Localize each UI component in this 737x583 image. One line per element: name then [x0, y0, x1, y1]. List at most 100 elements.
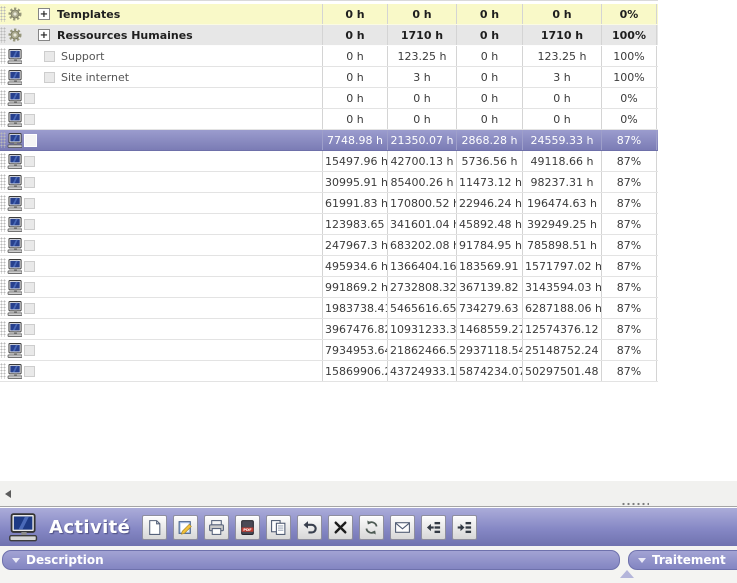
drag-handle[interactable] [0, 321, 6, 337]
table-row[interactable]: 0 h 0 h 0 h 0 h 0% [0, 88, 658, 109]
value-cell: 1571797.02 h [523, 256, 602, 276]
drag-handle[interactable] [0, 48, 6, 64]
row-checkbox[interactable] [24, 240, 35, 251]
value-cell: 61991.83 h [323, 193, 388, 213]
table-row[interactable]: Site internet 0 h 3 h 0 h 3 h 100% [0, 67, 658, 88]
row-checkbox[interactable] [24, 114, 35, 125]
row-checkbox[interactable] [24, 261, 35, 272]
value-cell: 3 h [388, 67, 457, 87]
expand-toggle[interactable]: + [38, 8, 50, 20]
triangle-down-icon [12, 558, 20, 563]
computer-icon [7, 322, 22, 337]
drag-handle[interactable] [0, 174, 6, 190]
table-row[interactable]: 991869.2 h 2732808.32 h 367139.82 h 3143… [0, 277, 658, 298]
table-row[interactable]: 1983738.41 h 5465616.65 h 734279.63 h 62… [0, 298, 658, 319]
table-row[interactable]: Support 0 h 123.25 h 0 h 123.25 h 100% [0, 46, 658, 67]
new-document-button[interactable] [142, 515, 167, 540]
panel-collapse-arrow-icon[interactable] [620, 570, 634, 578]
row-checkbox[interactable] [24, 366, 35, 377]
drag-handle[interactable] [0, 132, 6, 148]
table-row[interactable]: 0 h 0 h 0 h 0 h 0% [0, 109, 658, 130]
move-left-button[interactable] [421, 515, 446, 540]
table-row[interactable]: 7934953.64 h 21862466.59 h 2937118.54 h … [0, 340, 658, 361]
copy-button[interactable] [266, 515, 291, 540]
table-row[interactable]: 3967476.82 h 10931233.3 h 1468559.27 h 1… [0, 319, 658, 340]
value-cell: 734279.63 h [457, 298, 523, 318]
row-checkbox[interactable] [24, 324, 35, 335]
value-cell: 2868.28 h [457, 130, 523, 150]
value-cell: 0 h [323, 67, 388, 87]
print-icon [208, 519, 225, 536]
row-checkbox[interactable] [44, 51, 55, 62]
value-cell: 15869906.27 h [323, 361, 388, 381]
drag-handle[interactable] [0, 237, 6, 253]
traitement-section-header[interactable]: Traitement [628, 550, 737, 570]
row-checkbox[interactable] [24, 303, 35, 314]
table-row[interactable]: 123983.65 h 341601.04 h 45892.48 h 39294… [0, 214, 658, 235]
refresh-icon [363, 519, 380, 536]
drag-handle[interactable] [0, 111, 6, 127]
print-button[interactable] [204, 515, 229, 540]
drag-handle[interactable] [0, 342, 6, 358]
row-checkbox[interactable] [24, 219, 35, 230]
drag-handle[interactable] [0, 216, 6, 232]
table-row[interactable]: 61991.83 h 170800.52 h 22946.24 h 196474… [0, 193, 658, 214]
value-cell: 1983738.41 h [323, 298, 388, 318]
drag-handle[interactable] [0, 153, 6, 169]
row-icon-cell [0, 25, 22, 45]
move-right-button[interactable] [452, 515, 477, 540]
description-section-header[interactable]: Description [2, 550, 620, 570]
row-icon-cell [0, 130, 22, 150]
value-cell: 7748.98 h [323, 130, 388, 150]
row-icon-cell [0, 256, 22, 276]
drag-handle[interactable] [0, 6, 6, 22]
table-row[interactable]: 30995.91 h 85400.26 h 11473.12 h 98237.3… [0, 172, 658, 193]
drag-handle[interactable] [0, 363, 6, 379]
delete-button[interactable] [328, 515, 353, 540]
expand-toggle[interactable]: + [38, 29, 50, 41]
row-checkbox[interactable] [24, 134, 37, 147]
row-checkbox[interactable] [24, 93, 35, 104]
table-row[interactable]: 15869906.27 h 43724933.18 h 5874234.07 h… [0, 361, 658, 382]
toolbar-title: Activité [49, 517, 130, 538]
splitter-grip-icon[interactable] [621, 502, 649, 507]
scroll-left-arrow-icon[interactable] [5, 490, 11, 498]
export-pdf-button[interactable]: PDF [235, 515, 260, 540]
drag-handle[interactable] [0, 258, 6, 274]
row-checkbox[interactable] [44, 72, 55, 83]
percent-cell: 0% [602, 4, 657, 24]
value-cell: 170800.52 h [388, 193, 457, 213]
undo-button[interactable] [297, 515, 322, 540]
row-label: Site internet [61, 71, 129, 84]
drag-handle[interactable] [0, 279, 6, 295]
value-cell: 43724933.18 h [388, 361, 457, 381]
drag-handle[interactable] [0, 195, 6, 211]
row-name-cell: + Templates [22, 4, 323, 24]
gear-icon [7, 6, 22, 22]
mail-button[interactable] [390, 515, 415, 540]
row-icon-cell [0, 88, 22, 108]
drag-handle[interactable] [0, 300, 6, 316]
refresh-button[interactable] [359, 515, 384, 540]
row-checkbox[interactable] [24, 156, 35, 167]
row-checkbox[interactable] [24, 345, 35, 356]
computer-icon [7, 196, 22, 211]
row-checkbox[interactable] [24, 198, 35, 209]
row-label: Ressources Humaines [57, 29, 193, 42]
value-cell: 123.25 h [388, 46, 457, 66]
table-row[interactable]: 495934.6 h 1366404.16 h 183569.91 h 1571… [0, 256, 658, 277]
traitement-section-label: Traitement [652, 553, 726, 567]
drag-handle[interactable] [0, 90, 6, 106]
row-checkbox[interactable] [24, 282, 35, 293]
value-cell: 5465616.65 h [388, 298, 457, 318]
table-row[interactable]: 7748.98 h 21350.07 h 2868.28 h 24559.33 … [0, 130, 658, 151]
table-row[interactable]: 247967.3 h 683202.08 h 91784.95 h 785898… [0, 235, 658, 256]
edit-button[interactable] [173, 515, 198, 540]
row-checkbox[interactable] [24, 177, 35, 188]
drag-handle[interactable] [0, 27, 6, 43]
table-row[interactable]: 15497.96 h 42700.13 h 5736.56 h 49118.66… [0, 151, 658, 172]
computer-icon [7, 280, 22, 295]
drag-handle[interactable] [0, 69, 6, 85]
table-row[interactable]: + Ressources Humaines 0 h 1710 h 0 h 171… [0, 25, 658, 46]
table-row[interactable]: + Templates 0 h 0 h 0 h 0 h 0% [0, 4, 658, 25]
